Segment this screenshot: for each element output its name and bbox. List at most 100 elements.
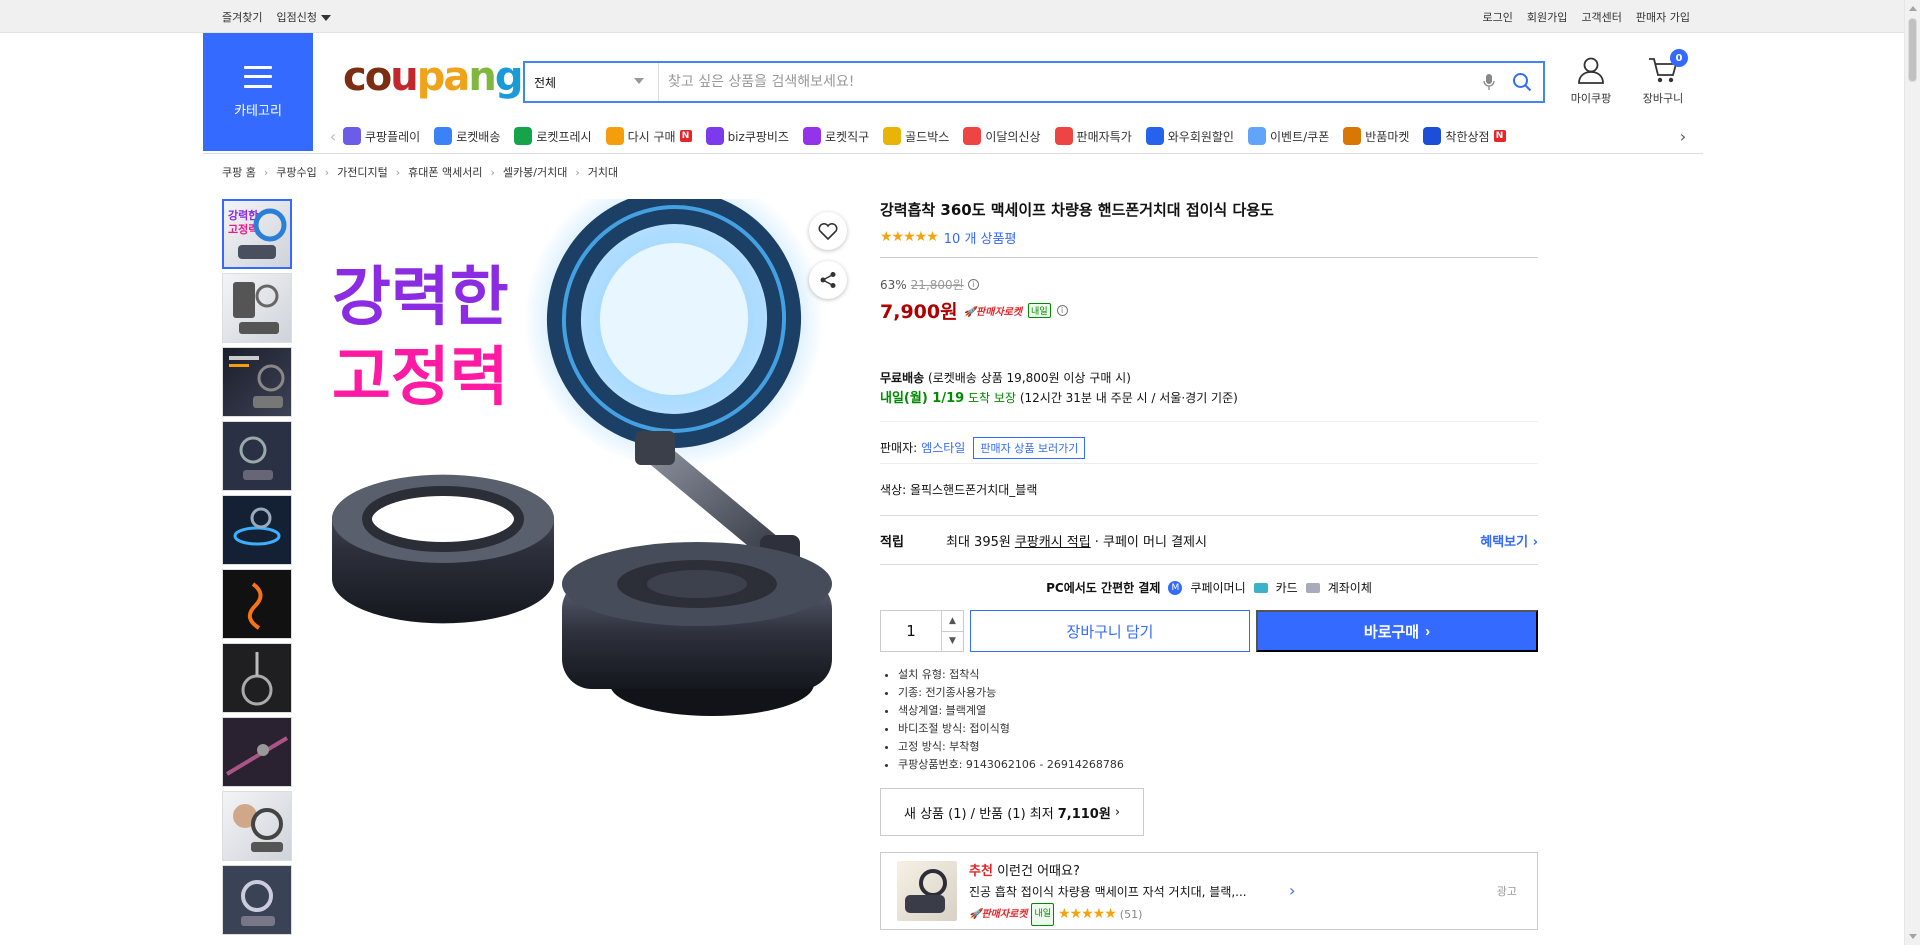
nav-item[interactable]: 골드박스 xyxy=(883,127,949,145)
add-to-cart-button[interactable]: 장바구니 담기 xyxy=(970,610,1250,652)
nav-item[interactable]: 로켓직구 xyxy=(802,127,869,145)
nav-prev-icon[interactable]: ‹ xyxy=(323,127,343,146)
breadcrumb-item[interactable]: 쿠팡수입 xyxy=(276,164,316,180)
breadcrumb-item[interactable]: 휴대폰 액세서리 xyxy=(408,164,482,180)
scroll-thumb[interactable] xyxy=(1908,18,1917,82)
search-scope-select[interactable]: 전체 xyxy=(525,63,659,101)
breadcrumb-separator-icon: › xyxy=(490,165,495,179)
seller-products-button[interactable]: 판매자 상품 보러가기 xyxy=(973,436,1086,459)
quantity-input[interactable]: 1 xyxy=(881,611,941,651)
thumbnail-1[interactable]: 강력한 고정력 xyxy=(222,199,292,269)
nav-item[interactable]: 반품마켓 xyxy=(1343,127,1409,145)
info-icon[interactable]: i xyxy=(967,279,979,290)
search-bar: 전체 xyxy=(523,61,1545,103)
cart-button[interactable]: 장바구니 0 xyxy=(1633,49,1693,106)
breadcrumb-item[interactable]: 거치대 xyxy=(588,164,618,180)
decrease-icon[interactable]: ▼ xyxy=(942,632,963,652)
thumbnail-8[interactable] xyxy=(222,717,292,787)
info-icon[interactable]: i xyxy=(1056,305,1068,316)
points-condition: · 쿠페이 머니 결제시 xyxy=(1094,534,1207,550)
buy-now-button[interactable]: 바로구매 › xyxy=(1256,610,1538,652)
seller-apply-link[interactable]: 입점신청 xyxy=(276,9,331,25)
breadcrumb-item[interactable]: 가전디지털 xyxy=(337,164,388,180)
discount-rate: 63% xyxy=(880,277,907,292)
wishlist-button[interactable] xyxy=(809,212,847,250)
breadcrumb-item[interactable]: 쿠팡 홈 xyxy=(222,164,256,180)
page-scrollbar[interactable] xyxy=(1904,0,1920,945)
seller-rocket-badge: 🚀판매자로켓 xyxy=(963,307,1023,318)
new-badge-icon: N xyxy=(679,130,692,142)
nav-item-label: 쿠팡플레이 xyxy=(365,129,421,144)
nav-item[interactable]: biz쿠팡비즈 xyxy=(705,127,789,145)
payment-option: 계좌이체 xyxy=(1327,581,1372,595)
points-max: 최대 395원 xyxy=(946,534,1011,550)
thumbnail-4[interactable] xyxy=(222,421,292,491)
bookmark-link[interactable]: 즐겨찾기 xyxy=(222,9,262,25)
coupang-logo[interactable]: coupang xyxy=(343,57,523,97)
nav-item-label: 이달의신상 xyxy=(985,129,1041,144)
scroll-down-icon[interactable] xyxy=(1909,934,1917,939)
nav-item[interactable]: 다시 구매 N xyxy=(605,127,692,145)
nav-item-icon xyxy=(1054,127,1073,145)
recommendation-card[interactable]: 추천 이런건 어때요? 진공 흡착 접이식 차량용 맥세이프 자석 거치대, 블… xyxy=(880,852,1538,930)
nav-item[interactable]: 이벤트/쿠폰 xyxy=(1247,127,1329,145)
nav-item-icon xyxy=(343,127,361,145)
divider xyxy=(880,257,1538,258)
payment-option: 카드 xyxy=(1275,581,1298,595)
seller-signup-link[interactable]: 판매자 가입 xyxy=(1636,9,1690,25)
microphone-icon[interactable] xyxy=(1479,70,1499,94)
chevron-right-icon[interactable]: › xyxy=(1289,881,1295,900)
svg-text:고정력: 고정력 xyxy=(332,341,509,415)
nav-item[interactable]: 로켓배송 xyxy=(434,127,500,145)
thumbnail-7[interactable] xyxy=(222,643,292,713)
nav-item[interactable]: 판매자특가 xyxy=(1054,127,1132,145)
login-link[interactable]: 로그인 xyxy=(1483,9,1513,25)
nav-item[interactable]: 와우회원할인 xyxy=(1145,127,1234,145)
seller-name-link[interactable]: 엠스타일 xyxy=(921,439,965,456)
search-icon[interactable] xyxy=(1507,67,1537,97)
thumbnail-5[interactable] xyxy=(222,495,292,565)
share-icon xyxy=(820,272,836,288)
nav-item[interactable]: 이달의신상 xyxy=(963,127,1041,145)
thumbnail-2[interactable] xyxy=(222,273,292,343)
thumbnail-9[interactable] xyxy=(222,791,292,861)
signup-link[interactable]: 회원가입 xyxy=(1527,9,1567,25)
increase-icon[interactable]: ▲ xyxy=(942,611,963,632)
nav-item-icon xyxy=(514,127,533,145)
shipping-info: 무료배송 (로켓배송 상품 19,800원 이상 구매 시) 내일(월) 1/1… xyxy=(880,368,1538,409)
recommend-product-name: 진공 흡착 접이식 차량용 맥세이프 자석 거치대, 블랙,... xyxy=(969,885,1247,899)
sale-price: 7,900원 xyxy=(880,301,958,323)
scroll-up-icon[interactable] xyxy=(1909,6,1917,11)
cart-label: 장바구니 xyxy=(1642,92,1684,105)
category-label: 카테고리 xyxy=(234,103,282,119)
category-button[interactable]: 카테고리 xyxy=(203,33,313,151)
purchase-row: 1 ▲ ▼ 장바구니 담기 바로구매 › xyxy=(880,610,1538,652)
other-offers-button[interactable]: 새 상품 (1) / 반품 (1) 최저 7,110원 › xyxy=(880,788,1144,836)
product-main-image[interactable]: 강력한 고정력 xyxy=(312,199,864,751)
review-count-link[interactable]: 10 개 상품평 xyxy=(944,228,1017,247)
thumbnail-6[interactable] xyxy=(222,569,292,639)
thumbnail-3[interactable] xyxy=(222,347,292,417)
nav-next-icon[interactable]: › xyxy=(1673,127,1693,146)
nav-item[interactable]: 쿠팡플레이 xyxy=(343,127,420,145)
benefits-link[interactable]: 혜택보기 › xyxy=(1480,531,1538,550)
offer-text: 새 상품 (1) / 반품 (1) 최저 xyxy=(903,806,1054,822)
arrival-guarantee: 도착 보장 xyxy=(968,391,1016,405)
nav-item[interactable]: 착한상점 N xyxy=(1423,127,1506,145)
customer-center-link[interactable]: 고객센터 xyxy=(1581,9,1621,25)
share-button[interactable] xyxy=(809,261,847,299)
my-coupang-button[interactable]: 마이쿠팡 xyxy=(1561,55,1621,106)
search-input[interactable] xyxy=(659,63,1479,101)
nav-item-label: 와우회원할인 xyxy=(1167,129,1234,144)
free-shipping-note: (로켓배송 상품 19,800원 이상 구매 시) xyxy=(928,371,1131,385)
breadcrumb-item[interactable]: 셀카봉/거치대 xyxy=(503,164,567,180)
price-block: 63% 21,800원 i 7,900원 🚀판매자로켓 내일 i xyxy=(880,276,1538,324)
nav-item[interactable]: 로켓프레시 xyxy=(514,127,592,145)
seller-label: 판매자: xyxy=(880,441,918,455)
coupang-cash-link[interactable]: 쿠팡캐시 적립 xyxy=(1015,531,1091,550)
top-utility-bar: 즐겨찾기 입점신청 로그인 회원가입 고객센터 판매자 가입 xyxy=(0,0,1904,33)
hamburger-icon xyxy=(244,65,272,88)
nav-item-icon xyxy=(434,127,453,145)
thumbnail-10[interactable] xyxy=(222,865,292,935)
chevron-down-icon xyxy=(634,78,644,84)
